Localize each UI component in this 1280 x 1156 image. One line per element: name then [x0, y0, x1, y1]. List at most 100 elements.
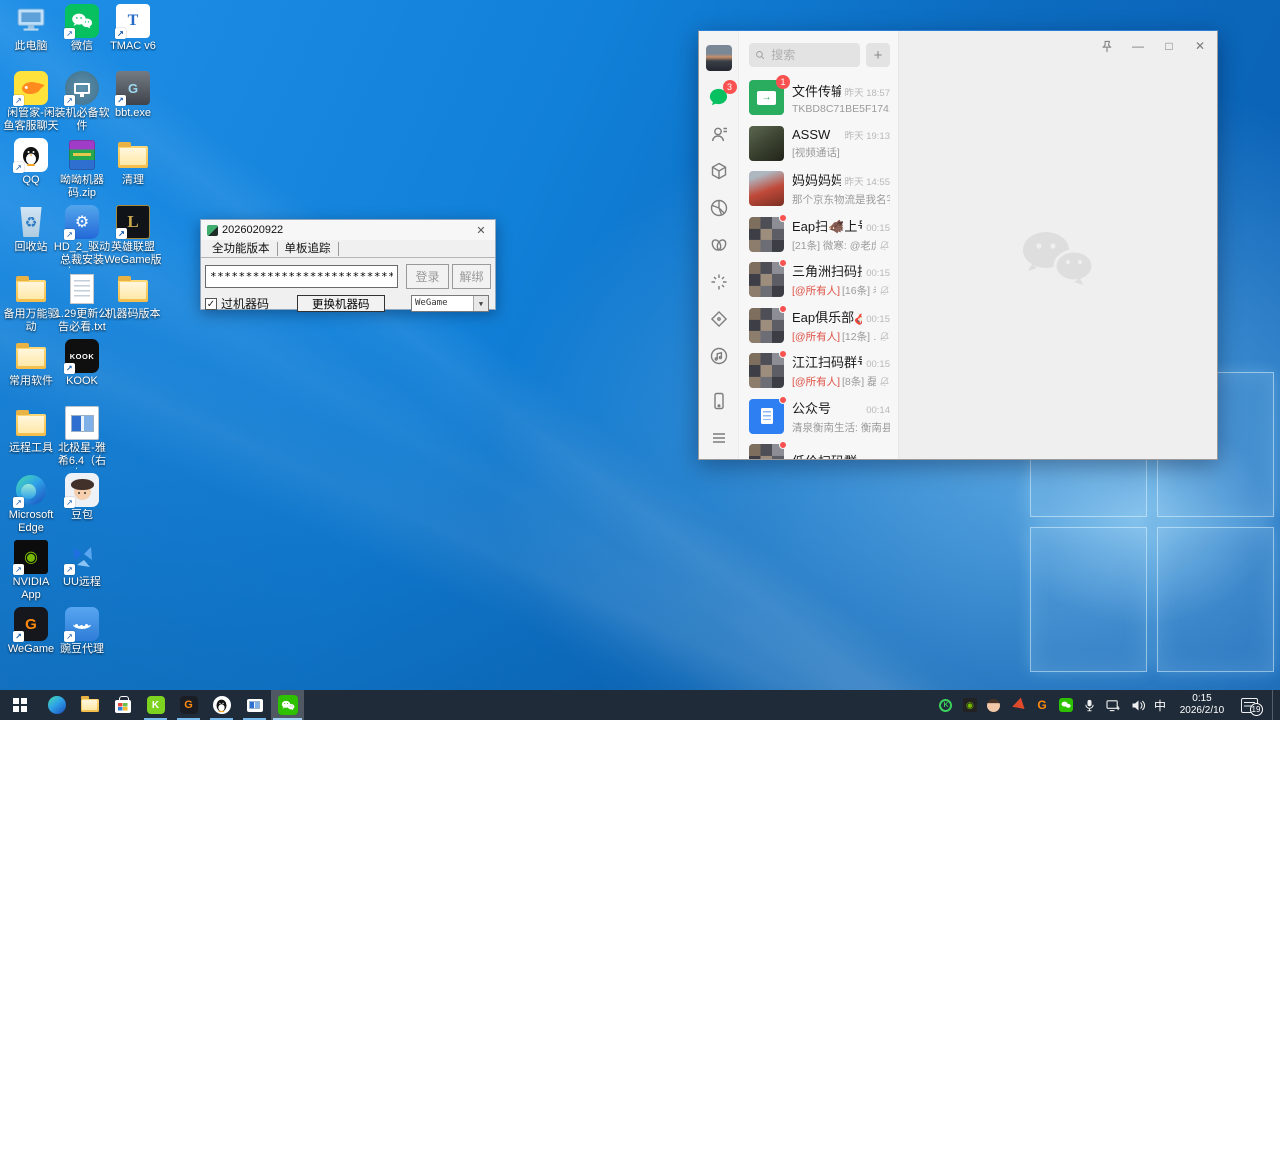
desktop-icon-nvidia-app[interactable]: ◉ NVIDIA App: [6, 540, 56, 607]
chat-item-file-helper[interactable]: → 1 文件传输助手昨天 18:57 TKBD8C71BE5F1741F5833…: [739, 75, 898, 121]
dialog-tabs: 全功能版本 单板追踪: [201, 240, 495, 258]
change-machine-code-button[interactable]: 更换机器码: [297, 295, 385, 312]
start-button[interactable]: [0, 690, 40, 720]
ime-indicator[interactable]: 中: [1154, 697, 1166, 714]
add-button[interactable]: +: [866, 43, 890, 67]
microphone-icon[interactable]: [1082, 697, 1098, 713]
desktop-icon-wegame[interactable]: G WeGame: [6, 607, 56, 674]
desktop-icon-backup-driver-folder[interactable]: 备用万能驱动: [6, 272, 56, 339]
bbt-icon: G: [116, 71, 150, 105]
search-input[interactable]: [769, 47, 854, 63]
desktop-icon-kook[interactable]: KOOK KOOK: [57, 339, 107, 406]
minimize-button[interactable]: —: [1131, 39, 1145, 53]
close-button[interactable]: ✕: [1193, 39, 1207, 53]
league-of-legends-icon: L: [116, 205, 150, 239]
bypass-machine-code-checkbox[interactable]: ✓ 过机器码: [205, 295, 269, 312]
wechat-icon: [65, 4, 99, 38]
desktop-icon-installer-pack[interactable]: 装机必备软件: [57, 71, 107, 138]
close-icon[interactable]: ✕: [473, 224, 489, 237]
chats-icon[interactable]: 3: [708, 86, 730, 108]
chat-item-eap-club[interactable]: Eap俱乐部🎸🐴（2…00:15 [@所有人][12条] …: [739, 303, 898, 349]
desktop-icon-cleanup-folder[interactable]: 清理: [108, 138, 158, 205]
desktop-icon-driver-installer[interactable]: ⚙ HD_2_驱动总裁安装包.exe: [57, 205, 107, 272]
taskbar-file-explorer[interactable]: [73, 690, 106, 720]
taskbar-wegame[interactable]: G: [172, 690, 205, 720]
desktop-icon-qq[interactable]: QQ: [6, 138, 56, 205]
taskbar-qq[interactable]: [205, 690, 238, 720]
tray-nvidia-icon[interactable]: ◉: [962, 697, 978, 713]
chat-item-sanjiaozhou[interactable]: 三角洲扫码扶贫号00:15 [@所有人][16条] 老虎（3…: [739, 257, 898, 303]
desktop-icon-common-software-folder[interactable]: 常用软件: [6, 339, 56, 406]
taskbar-kook[interactable]: K: [139, 690, 172, 720]
chat-item-low-price-group[interactable]: 低价扫码群00:14: [739, 439, 898, 459]
desktop-icon-update-notice-txt[interactable]: 1.29更新公告必看.txt: [57, 272, 107, 339]
taskbar-edge[interactable]: [40, 690, 73, 720]
desktop-icon-bbt[interactable]: G bbt.exe: [108, 71, 158, 138]
desktop-icon-beijixing[interactable]: 北极星-雅希6.4（右击…: [57, 406, 107, 473]
desktop-icon-this-pc[interactable]: 此电脑: [6, 4, 56, 71]
chat-item-official-accounts[interactable]: 公众号00:14 清泉衡南生活: 衡南县种畜场…: [739, 394, 898, 440]
phone-icon[interactable]: [708, 390, 730, 412]
chat-item-jiangjiang[interactable]: 江江扫码群号扶贫00:15 [@所有人][8条] 磊: @Ale…: [739, 348, 898, 394]
login-button[interactable]: 登录: [406, 264, 449, 289]
tab-full-function-version[interactable]: 全功能版本: [205, 242, 278, 256]
desktop-icon-wandou-proxy[interactable]: 豌豆代理: [57, 607, 107, 674]
chat-item-eap-group[interactable]: Eap扫🐗上号🈲广00:15 [21条] 微寒: @老虎（347…: [739, 212, 898, 258]
desktop-icon-uu-remote[interactable]: UU远程: [57, 540, 107, 607]
tray-kook-icon[interactable]: K: [938, 697, 954, 713]
favorites-icon[interactable]: [708, 160, 730, 182]
top-stories-icon[interactable]: [708, 271, 730, 293]
unbind-button[interactable]: 解绑: [452, 264, 491, 289]
mini-programs-icon[interactable]: [708, 308, 730, 330]
system-tray: K ◉ G 中 0:15 2026/2/10 19: [938, 690, 1280, 720]
taskbar-microsoft-store[interactable]: [106, 690, 139, 720]
desktop-icon-tmac[interactable]: T TMAC v6: [108, 4, 158, 71]
chevron-down-icon: ▼: [473, 296, 488, 311]
action-center-icon[interactable]: 19: [1238, 697, 1260, 713]
menu-icon[interactable]: [708, 427, 730, 449]
wechat-chat-list-panel: + → 1 文件传输助手昨天 18:57 TKBD8C71BE5F1741F58…: [739, 31, 899, 459]
desktop-icon-remote-tools-folder[interactable]: 远程工具: [6, 406, 56, 473]
unread-dot: [779, 396, 787, 404]
taskbar-clock[interactable]: 0:15 2026/2/10: [1174, 693, 1230, 717]
search-box[interactable]: [749, 43, 860, 67]
desktop-icon-wechat[interactable]: 微信: [57, 4, 107, 71]
taskbar-wechat-active[interactable]: [271, 690, 304, 720]
desktop-icon-doubao[interactable]: 豆包: [57, 473, 107, 540]
tray-horn-icon[interactable]: [1010, 697, 1026, 713]
desktop-icon-recycle-bin[interactable]: ♻ 回收站: [6, 205, 56, 272]
tray-wechat-icon[interactable]: [1058, 697, 1074, 713]
contacts-icon[interactable]: [708, 123, 730, 145]
desktop-icon-edge[interactable]: Microsoft Edge: [6, 473, 56, 540]
music-icon[interactable]: [708, 345, 730, 367]
chat-item-mama[interactable]: 妈妈妈妈昨天 14:55 那个京东物流是我名字，那是…: [739, 166, 898, 212]
network-icon[interactable]: [1106, 697, 1122, 713]
desktop-icon-machine-code-folder[interactable]: 机器码版本: [108, 272, 158, 339]
show-desktop-button[interactable]: [1272, 690, 1277, 720]
moments-icon[interactable]: [708, 197, 730, 219]
tab-single-board-tracking[interactable]: 单板追踪: [278, 242, 339, 256]
card-key-input[interactable]: [205, 265, 398, 288]
profile-avatar[interactable]: [706, 45, 732, 71]
chat-avatar: [749, 171, 784, 206]
volume-icon[interactable]: [1130, 697, 1146, 713]
desktop-icon-lol-wegame[interactable]: L 英雄联盟WeGame版: [108, 205, 158, 272]
taskbar: K G K ◉ G 中 0:15 2026/2/10: [0, 690, 1280, 720]
chat-item-assw[interactable]: ASSW昨天 19:13 [视频通话]: [739, 121, 898, 167]
maximize-button[interactable]: □: [1162, 39, 1176, 53]
desktop-icon-xianyu[interactable]: 闲管家-闲鱼客服聊天: [6, 71, 56, 138]
taskbar-beijixing[interactable]: [238, 690, 271, 720]
desktop-icon-machine-code-zip[interactable]: 呦呦机器码.zip: [57, 138, 107, 205]
unread-dot: [779, 441, 787, 449]
window-app-icon: [247, 699, 263, 712]
folder-icon: [14, 339, 48, 373]
clock-date: 2026/2/10: [1180, 705, 1225, 716]
pin-icon[interactable]: [1100, 40, 1114, 53]
dialog-titlebar[interactable]: 2026020922 ✕: [201, 220, 495, 240]
game-select-dropdown[interactable]: WeGame ▼: [411, 295, 489, 312]
chat-title: 文件传输助手: [792, 81, 841, 100]
tray-doubao-icon[interactable]: [986, 697, 1002, 713]
tray-wegame-icon[interactable]: G: [1034, 697, 1050, 713]
channels-icon[interactable]: [708, 234, 730, 256]
clock-time: 0:15: [1192, 693, 1211, 704]
